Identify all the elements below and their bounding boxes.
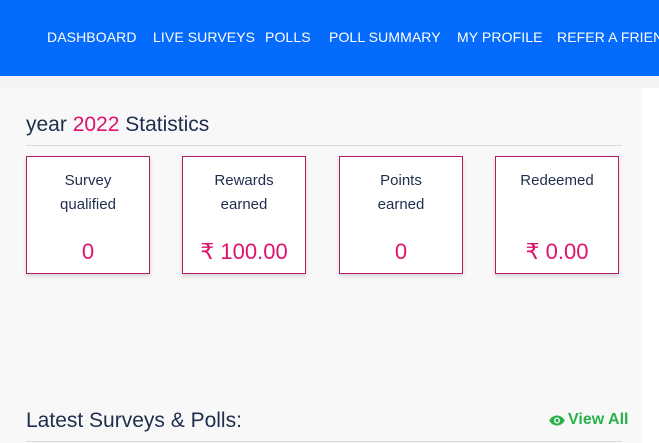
nav-dashboard[interactable]: DASHBOARD — [47, 29, 137, 45]
statistics-divider — [26, 145, 622, 146]
stat-value: ₹ 0.00 — [525, 239, 589, 264]
statistics-heading: year 2022 Statistics — [26, 113, 209, 137]
nav-poll-summary[interactable]: POLL SUMMARY — [329, 29, 441, 45]
eye-icon — [549, 415, 565, 426]
view-all-link[interactable]: View All — [549, 411, 628, 429]
nav-my-profile[interactable]: MY PROFILE — [457, 29, 543, 45]
right-edge-strip — [642, 88, 659, 443]
statistics-heading-prefix: year — [26, 113, 67, 136]
stat-label: Redeemed — [520, 172, 594, 189]
statistics-heading-year: 2022 — [72, 113, 120, 136]
latest-surveys-heading: Latest Surveys & Polls: — [26, 409, 242, 432]
top-navbar: DASHBOARD LIVE SURVEYS POLLS POLL SUMMAR… — [0, 0, 659, 76]
latest-divider — [26, 441, 622, 442]
stat-card-redeemed: Redeemed ₹ 0.00 — [495, 156, 619, 274]
stat-card-points-earned: Points earned 0 — [339, 156, 463, 274]
stat-label: Survey qualified — [60, 172, 116, 213]
stat-label: Points earned — [377, 172, 425, 213]
stat-value: 0 — [394, 239, 408, 264]
stat-label: Rewards earned — [214, 172, 274, 213]
nav-refer-a-friend[interactable]: REFER A FRIEND — [557, 29, 659, 45]
stat-value: 0 — [81, 239, 95, 264]
stat-card-survey-qualified: Survey qualified 0 — [26, 156, 150, 274]
view-all-label[interactable]: View All — [568, 411, 628, 428]
nav-live-surveys[interactable]: LIVE SURVEYS — [153, 29, 255, 45]
stat-value: ₹ 100.00 — [200, 239, 288, 264]
stat-card-rewards-earned: Rewards earned ₹ 100.00 — [182, 156, 306, 274]
nav-polls[interactable]: POLLS — [265, 29, 311, 45]
statistics-heading-suffix: Statistics — [125, 113, 210, 136]
